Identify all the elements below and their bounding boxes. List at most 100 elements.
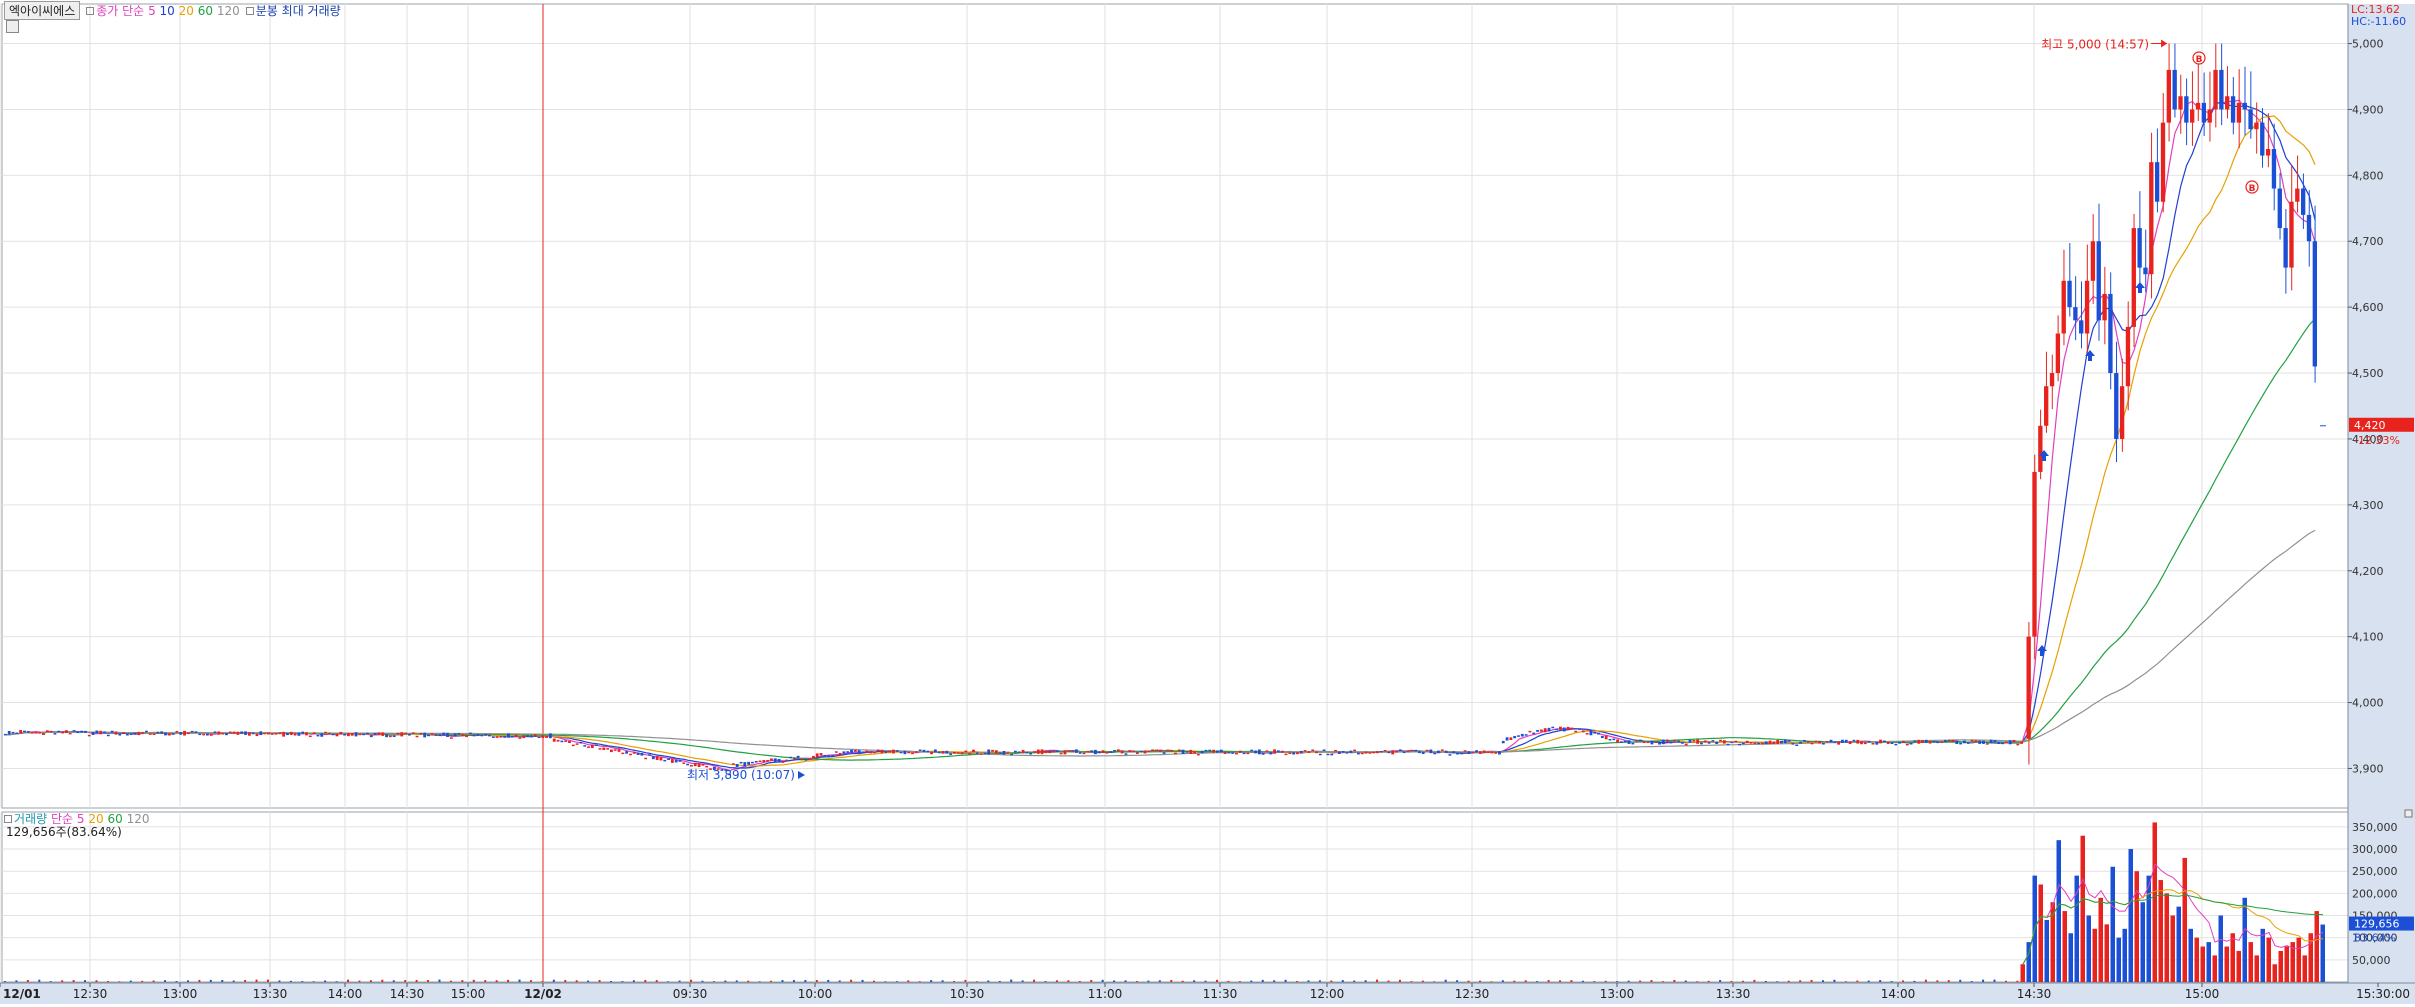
candle — [15, 732, 19, 735]
candle — [1738, 743, 1741, 746]
volume-bar — [2020, 964, 2025, 982]
candle — [1951, 739, 1955, 742]
volume-bar — [232, 980, 235, 982]
candle — [1882, 740, 1886, 743]
volume-max-legend[interactable]: 분봉 최대 거래량 — [245, 2, 341, 19]
volume-bar — [324, 980, 327, 982]
candle — [141, 731, 145, 734]
candle — [2195, 102, 2201, 110]
candle — [1181, 749, 1185, 754]
candle — [556, 739, 560, 742]
candle — [1860, 741, 1863, 745]
candle — [1661, 739, 1665, 745]
volume-bar — [2152, 822, 2157, 982]
candle — [1113, 749, 1116, 752]
candle — [1170, 749, 1174, 752]
candle — [1494, 752, 1498, 754]
volume-bar — [1570, 980, 1573, 982]
candle — [1616, 739, 1619, 743]
candle — [610, 749, 613, 753]
candle — [2079, 320, 2084, 334]
candle — [2067, 280, 2072, 308]
candle — [1799, 741, 1802, 744]
candle — [1105, 752, 1109, 754]
candle — [1006, 752, 1010, 754]
candle — [1928, 741, 1932, 744]
candle — [1764, 741, 1768, 745]
candle — [1570, 727, 1574, 730]
candle — [1174, 752, 1177, 755]
candle — [808, 758, 811, 760]
candle — [1425, 749, 1429, 752]
candle — [1574, 730, 1578, 733]
candle — [549, 733, 552, 739]
volume-bar — [266, 979, 269, 982]
volume-bar — [1307, 980, 1310, 982]
candle — [491, 736, 495, 738]
volume-bar — [221, 980, 224, 982]
candle — [1806, 741, 1810, 743]
volume-bar — [1753, 979, 1756, 982]
volume-bar — [701, 980, 704, 982]
candle — [1212, 749, 1215, 753]
volume-bar — [1170, 980, 1173, 982]
candle — [1387, 751, 1391, 754]
candle — [2032, 471, 2037, 637]
candle — [1707, 742, 1711, 744]
candle — [2049, 373, 2055, 387]
candle — [1947, 739, 1951, 742]
candle — [289, 731, 293, 735]
candle — [2020, 741, 2023, 744]
candle — [770, 758, 773, 761]
candle — [751, 761, 754, 764]
candle — [571, 744, 575, 747]
hc-value: HC:-11.60 — [2351, 15, 2406, 28]
candle — [1357, 752, 1360, 755]
candle — [1802, 739, 1806, 742]
candle — [1094, 749, 1097, 755]
candle — [316, 734, 320, 737]
candle — [625, 751, 629, 754]
ma-period-60: 60 — [197, 3, 214, 18]
candle — [1985, 743, 1989, 745]
volume-bar — [610, 981, 612, 982]
candle — [1532, 732, 1536, 735]
candle — [1898, 742, 1902, 744]
volume-bar — [2182, 857, 2187, 982]
volume-bar — [2248, 942, 2253, 982]
candle — [369, 735, 373, 738]
candle — [2271, 148, 2277, 189]
volume-bar — [1341, 980, 1344, 982]
candle — [240, 731, 244, 734]
price-tick-label: 4,200 — [2352, 565, 2384, 578]
candle — [606, 748, 609, 750]
candle — [1177, 749, 1181, 752]
candle — [84, 730, 87, 733]
stock-name[interactable]: 엑아이씨에스 — [4, 0, 81, 20]
volume-bar — [804, 980, 807, 982]
settings-box-icon[interactable] — [6, 20, 19, 33]
candle — [259, 731, 263, 736]
volume-current: 129,656주(83.64%) — [6, 825, 122, 839]
candle — [1055, 750, 1059, 752]
volume-bar — [49, 981, 52, 982]
candle — [1014, 750, 1017, 753]
candle — [1002, 750, 1006, 755]
candle — [251, 732, 255, 735]
candle — [152, 733, 156, 736]
candle — [263, 732, 266, 735]
candle — [1036, 749, 1040, 754]
candle — [2225, 96, 2230, 110]
volume-ma-120: 120 — [126, 812, 150, 826]
candle — [1090, 750, 1094, 752]
candle — [1978, 740, 1982, 744]
candle — [1208, 749, 1212, 752]
volume-bar — [1158, 980, 1161, 982]
ma-legend[interactable]: 종가 단순 5 10 20 60 120 — [86, 2, 240, 19]
candle — [781, 761, 785, 763]
candle — [693, 762, 697, 767]
volume-bar — [152, 980, 155, 982]
volume-bar — [2170, 915, 2175, 982]
candle — [2172, 69, 2177, 110]
candle — [1368, 752, 1372, 754]
